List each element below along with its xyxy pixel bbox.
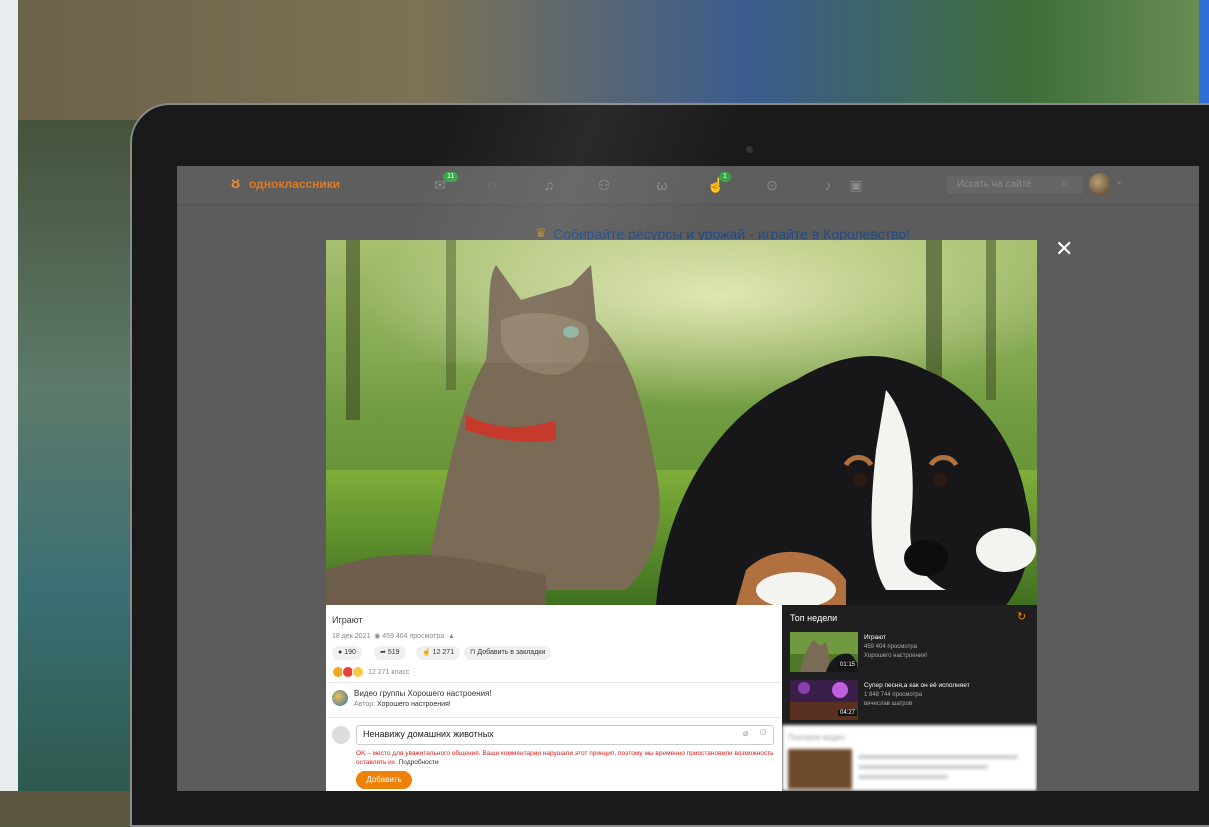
author-label: Автор: <box>354 701 376 708</box>
video-date: 18 дек 2021 <box>332 633 371 640</box>
video-meta: 18 дек 2021 ◉ 459 404 просмотра ▲ <box>332 632 455 640</box>
ok-logo-text: одноклассники <box>249 177 341 191</box>
add-comment-button[interactable]: Добавить <box>356 771 412 789</box>
placeholder-line <box>858 765 988 769</box>
comment-value: Ненавижу домашних животных <box>363 729 494 739</box>
video-frame <box>326 240 1037 605</box>
group-author: Автор: Хорошего настроения! <box>354 701 451 708</box>
share-icon: ➦ <box>380 649 386 656</box>
video-item-author: вячеслав шатров <box>864 701 913 707</box>
refresh-icon[interactable]: ↻ <box>1017 610 1026 623</box>
close-icon[interactable]: ✕ <box>1055 238 1073 260</box>
reaction-laugh-icon <box>352 666 364 678</box>
similar-videos: Похожие видео <box>782 725 1037 791</box>
video-viewer: Играют 18 дек 2021 ◉ 459 404 просмотра ▲… <box>326 240 1037 791</box>
video-icon[interactable]: ⊙ <box>763 176 781 194</box>
video-info-panel: Играют 18 дек 2021 ◉ 459 404 просмотра ▲… <box>326 605 782 791</box>
reaction-count: 12 271 класс <box>368 668 410 676</box>
messages-icon[interactable]: ✉ 11 <box>431 172 459 194</box>
search-icon[interactable]: ⌕ <box>1061 176 1068 191</box>
video-player[interactable] <box>326 240 1037 605</box>
video-item-views: 459 404 просмотра <box>864 644 918 650</box>
group-avatar[interactable] <box>332 690 348 706</box>
divider <box>326 717 782 718</box>
ok-logo-icon: ᴕ <box>231 175 241 192</box>
author-name[interactable]: Хорошего настроения! <box>377 701 451 708</box>
video-item-author: Хорошего настроения! <box>864 653 928 659</box>
guests-icon[interactable]: ω <box>653 176 671 194</box>
video-item-views: 1 848 744 просмотра <box>864 692 923 698</box>
placeholder-line <box>858 775 948 779</box>
site-header: ᴕ одноклассники ✉ 11 ◌ ♫ ⚇ ω ☝ 1 ⊙ ♪ ▣ Иск… <box>177 166 1199 205</box>
comment-icon: ● <box>338 649 343 656</box>
bookmark-label: Добавить в закладки <box>477 649 546 656</box>
background-blur-left <box>0 120 150 791</box>
video-duration: 01:15 <box>838 662 858 668</box>
likes-count: 12 271 <box>432 649 455 656</box>
share-button[interactable]: ➦ 519 <box>374 646 406 660</box>
messages-badge: 11 <box>443 172 459 182</box>
friends-icon[interactable]: ⚇ <box>595 176 613 194</box>
details-link[interactable]: Подробности <box>399 759 439 766</box>
similar-videos-title: Похожие видео <box>788 733 846 742</box>
webcam <box>746 146 753 153</box>
events-icon[interactable]: ☝ 1 <box>707 172 731 194</box>
search-placeholder: Искать на сайте <box>957 179 1032 190</box>
background-edge <box>0 0 18 791</box>
comment-input[interactable]: Ненавижу домашних животных ⌀ ☺ <box>356 725 774 745</box>
divider <box>326 682 782 683</box>
top-week-title: Топ недели <box>790 613 838 623</box>
comments-count: 190 <box>344 649 356 656</box>
background-blur <box>0 0 1209 120</box>
moderation-warning: OK – место для уважительного общения. Ва… <box>356 749 776 767</box>
discussions-icon[interactable]: ◌ <box>483 176 501 194</box>
comments-button[interactable]: ● 190 <box>332 646 362 660</box>
like-icon: ☝ <box>422 649 431 656</box>
search-input[interactable]: Искать на сайте ⌕ <box>947 176 1083 194</box>
video-title: Играют <box>332 615 363 625</box>
like-button[interactable]: ☝ 12 271 <box>416 646 461 660</box>
top-week-panel: Топ недели ↻ 01:15 Играют 459 404 просмо… <box>782 605 1037 791</box>
top-video-item[interactable]: 01:15 Играют 459 404 просмотра Хорошего … <box>790 632 1037 674</box>
music-icon[interactable]: ♪ <box>819 176 837 194</box>
group-title[interactable]: Видео группы Хорошего настроения! <box>354 689 492 698</box>
comment-avatar <box>332 726 350 744</box>
reactions[interactable]: 12 271 класс <box>332 666 409 678</box>
tv-icon[interactable]: ▣ <box>847 176 865 194</box>
crown-icon: ♛ <box>535 225 547 240</box>
video-duration: 04:27 <box>838 710 858 716</box>
shares-count: 519 <box>387 649 400 656</box>
attach-icon[interactable]: ⌀ <box>743 728 748 739</box>
ok-logo[interactable]: ᴕ одноклассники <box>231 174 340 194</box>
chevron-down-icon[interactable]: ⌄ <box>1115 176 1123 187</box>
similar-video-thumbnail[interactable] <box>788 749 852 789</box>
video-item-title: Супер песня,а как он её исполняет <box>864 682 970 689</box>
top-video-item[interactable]: 04:27 Супер песня,а как он её исполняет … <box>790 680 1037 722</box>
bookmark-icon: ⊓ <box>470 649 476 656</box>
bookmark-button[interactable]: ⊓ Добавить в закладки <box>464 646 552 660</box>
video-views: 459 404 просмотра <box>382 633 445 640</box>
eye-icon: ◉ <box>374 633 381 640</box>
events-badge: 1 <box>719 172 731 182</box>
report-icon[interactable]: ▲ <box>448 633 455 640</box>
video-item-title: Играют <box>864 634 886 641</box>
notifications-icon[interactable]: ♫ <box>540 176 558 194</box>
smile-icon[interactable]: ☺ <box>758 727 768 738</box>
user-avatar[interactable] <box>1089 173 1111 195</box>
placeholder-line <box>858 755 1018 759</box>
